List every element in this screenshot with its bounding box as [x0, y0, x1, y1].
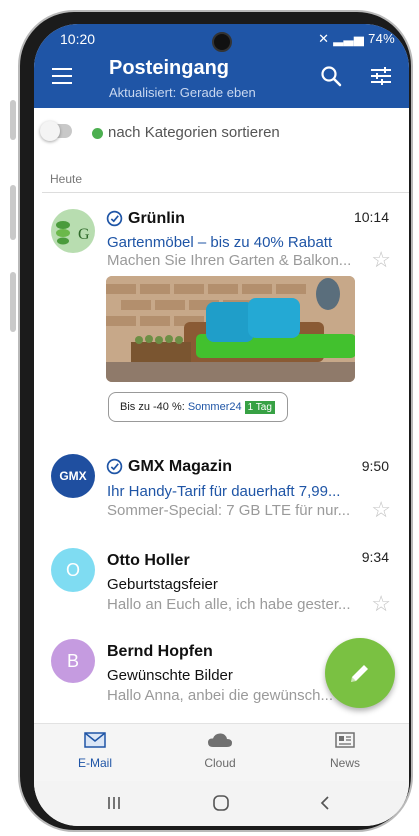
email-subject: Ihr Handy-Tarif für dauerhaft 7,99...: [107, 483, 341, 500]
signal-icon: ▂▃▅: [333, 31, 365, 46]
promo-text: Bis zu -40 %:: [120, 401, 185, 413]
side-button-top: [10, 100, 16, 140]
side-button-low: [10, 272, 16, 332]
star-icon[interactable]: ☆: [371, 247, 391, 273]
mail-icon: [84, 732, 106, 748]
star-icon[interactable]: ☆: [371, 497, 391, 523]
app-header: 10:20 ✕ ▂▃▅ 74% Posteingang Aktualisiert…: [34, 24, 409, 108]
filter-settings-icon[interactable]: [370, 66, 392, 86]
email-subject: Gartenmöbel – bis zu 40% Rabatt: [107, 234, 333, 251]
avatar-letter: G: [78, 226, 90, 243]
verified-sender-icon: [106, 210, 123, 227]
email-subject: Geburtstagsfeier: [107, 576, 218, 593]
nav-news[interactable]: News: [310, 732, 380, 770]
email-time: 10:14: [353, 209, 389, 225]
promo-code: Sommer24: [187, 401, 242, 413]
nav-news-label: News: [329, 756, 360, 770]
mute-icon: ✕: [318, 31, 330, 46]
verified-sender-icon: [106, 458, 123, 475]
email-preview: Hallo an Euch alle, ich habe gester...: [107, 596, 351, 613]
home-icon[interactable]: [212, 794, 230, 812]
status-dot: [92, 128, 103, 139]
nav-cloud-label: Cloud: [204, 756, 236, 770]
avatar: GMX: [51, 454, 95, 498]
avatar-letter: B: [66, 650, 79, 671]
page-title: Posteingang: [109, 57, 230, 79]
system-navigation-bar: [34, 781, 409, 826]
category-sort-row: nach Kategorien sortieren: [34, 108, 409, 158]
status-time: 10:20: [60, 31, 96, 47]
email-preview: Sommer-Special: 7 GB LTE für nur...: [107, 502, 351, 519]
email-sender: GMX Magazin: [128, 458, 233, 475]
search-icon[interactable]: [320, 65, 342, 87]
section-heading: Heute: [50, 172, 83, 186]
email-subject: Gewünschte Bilder: [107, 667, 233, 684]
avatar: O: [51, 548, 95, 592]
recent-apps-icon[interactable]: [106, 795, 122, 811]
cloud-icon: [208, 733, 232, 747]
promo-badge: 1 Tag: [244, 400, 275, 414]
camera-hole: [212, 32, 232, 52]
menu-icon[interactable]: [52, 68, 72, 84]
side-button-mid: [10, 185, 16, 240]
nav-cloud[interactable]: Cloud: [185, 732, 255, 770]
back-icon[interactable]: [319, 795, 331, 811]
news-icon: [335, 732, 355, 748]
email-sender: Bernd Hopfen: [107, 643, 213, 660]
email-sender: Otto Holler: [107, 552, 190, 569]
nav-email[interactable]: E-Mail: [60, 732, 130, 770]
email-time: 9:50: [361, 458, 389, 474]
garden-furniture-image[interactable]: [106, 276, 355, 382]
star-icon[interactable]: ☆: [371, 591, 391, 617]
phone-screen: 10:20 ✕ ▂▃▅ 74% Posteingang Aktualisiert…: [34, 24, 409, 826]
compose-button[interactable]: [325, 638, 395, 708]
status-icons: ✕ ▂▃▅ 74%: [318, 31, 395, 47]
nav-email-label: E-Mail: [77, 756, 112, 770]
divider: [42, 192, 409, 193]
email-preview: Hallo Anna, anbei die gewünsch...: [107, 687, 333, 704]
avatar-label: GMX: [59, 469, 87, 483]
avatar-letter: O: [65, 559, 80, 580]
email-sender: Grünlin: [128, 210, 185, 227]
bottom-navigation: E-Mail Cloud News: [34, 723, 409, 782]
category-sort-toggle[interactable]: [40, 121, 72, 141]
page-subtitle: Aktualisiert: Gerade eben: [109, 85, 256, 100]
email-time: 9:34: [361, 549, 389, 565]
avatar: B: [51, 639, 95, 683]
category-sort-label: nach Kategorien sortieren: [108, 124, 280, 141]
leaf-logo-icon: G: [56, 221, 90, 245]
email-preview: Machen Sie Ihren Garten & Balkon...: [107, 252, 352, 269]
pencil-icon: [351, 665, 368, 682]
promo-code-chip[interactable]: Bis zu -40 %: Sommer24 1 Tag: [108, 392, 288, 422]
avatar: G: [51, 209, 95, 253]
battery-level: 74%: [368, 31, 395, 46]
